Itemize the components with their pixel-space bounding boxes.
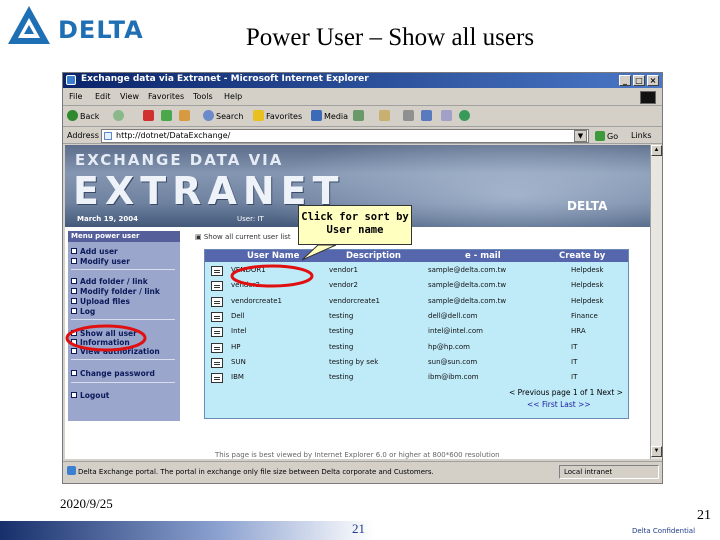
sort-callout: Click for sort by User name bbox=[298, 205, 412, 245]
page-number: 21 bbox=[697, 508, 711, 523]
show-all-user-highlight-ring bbox=[65, 324, 147, 352]
footer-date: 2020/9/25 bbox=[60, 496, 113, 511]
slide: DELTA Power User – Show all users Exchan… bbox=[0, 0, 720, 540]
callout-line2: User name bbox=[326, 224, 384, 236]
callout-pointer bbox=[301, 244, 337, 261]
footer-confidential: Delta Confidential bbox=[632, 527, 696, 535]
footer-page-center: 21 bbox=[352, 521, 365, 536]
annotation-overlay bbox=[65, 244, 337, 352]
user-name-highlight-ring bbox=[230, 264, 314, 288]
callout-line1: Click for sort by bbox=[301, 211, 409, 223]
